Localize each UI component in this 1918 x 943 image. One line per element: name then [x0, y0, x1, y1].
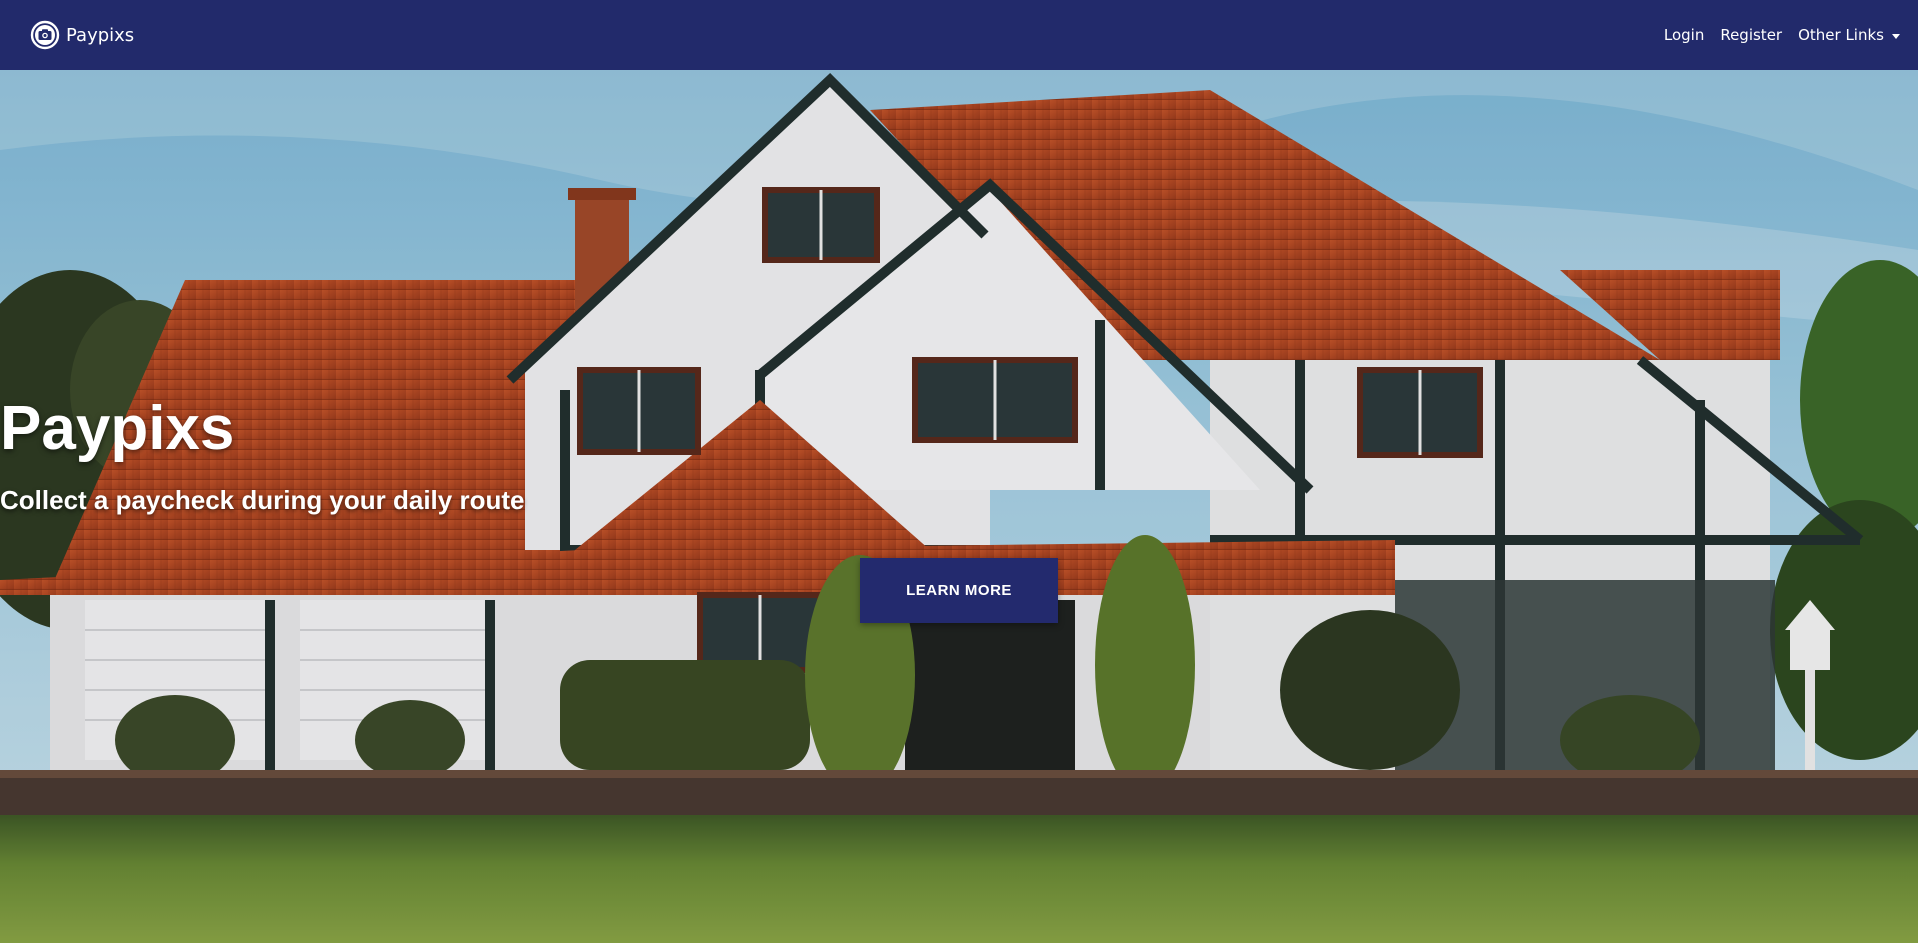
register-link[interactable]: Register: [1720, 26, 1782, 44]
top-navbar: Paypixs Login Register Other Links: [0, 0, 1918, 70]
other-links-dropdown[interactable]: Other Links: [1798, 26, 1900, 44]
brand-label: Paypixs: [66, 24, 135, 46]
login-link[interactable]: Login: [1664, 26, 1704, 44]
nav-links: Login Register Other Links: [1648, 26, 1900, 44]
brand-link[interactable]: Paypixs: [30, 20, 134, 50]
other-links-label: Other Links: [1798, 26, 1884, 44]
caret-down-icon: [1892, 33, 1900, 39]
learn-more-button[interactable]: LEARN MORE: [860, 558, 1058, 623]
hero-subtitle: Collect a paycheck during your daily rou…: [0, 485, 525, 515]
hero-section: Paypixs Collect a paycheck during your d…: [0, 70, 1918, 943]
camera-icon: [30, 20, 60, 50]
hero-title: Paypixs: [0, 394, 235, 463]
